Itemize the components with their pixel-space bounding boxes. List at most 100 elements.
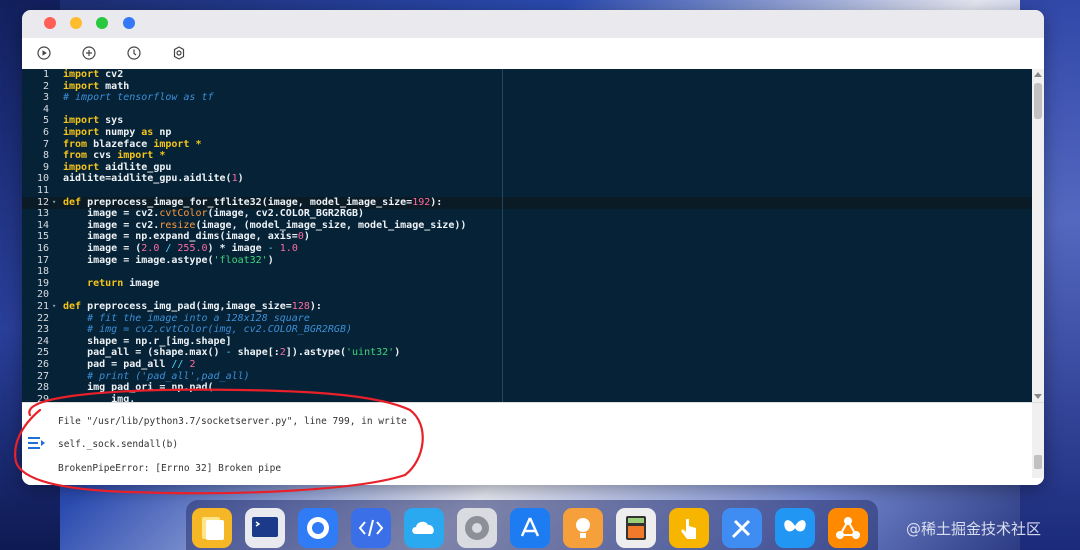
line-number: 12 bbox=[36, 196, 49, 208]
code-text: img, bbox=[63, 394, 135, 402]
line-number: 29 bbox=[36, 393, 49, 402]
fold-toggle-icon[interactable]: ▾ bbox=[52, 197, 56, 209]
run-button[interactable] bbox=[36, 45, 52, 61]
code-line[interactable]: 16 image = (2.0 / 255.0) * image - 1.0 bbox=[22, 243, 1032, 255]
code-line[interactable]: 13 image = cv2.cvtColor(image, cv2.COLOR… bbox=[22, 208, 1032, 220]
code-line[interactable]: 18 bbox=[22, 266, 1032, 278]
code-line[interactable]: 19 return image bbox=[22, 278, 1032, 290]
code-line[interactable]: 27 # print ('pad_all',pad_all) bbox=[22, 371, 1032, 383]
extra-window-button[interactable] bbox=[123, 17, 135, 29]
code-token: ) bbox=[237, 173, 244, 185]
code-token: 'float32' bbox=[213, 254, 268, 266]
output-console[interactable]: File "/usr/lib/python3.7/socketserver.py… bbox=[22, 402, 1044, 485]
code-line[interactable]: 17 image = image.astype('float32') bbox=[22, 255, 1032, 267]
line-number: 6 bbox=[42, 127, 49, 138]
code-line[interactable]: 25 pad_all = (shape.max() - shape[:2]).a… bbox=[22, 347, 1032, 359]
code-line[interactable]: 22 # fit the image into a 128x128 square bbox=[22, 313, 1032, 325]
code-token: 2.0 bbox=[141, 243, 160, 254]
code-token: import bbox=[63, 127, 106, 138]
code-line[interactable]: 4 bbox=[22, 104, 1032, 116]
code-editor[interactable]: 1 import cv2 2 import math 3 # import tensorf… bbox=[22, 69, 1032, 402]
code-app-icon[interactable] bbox=[351, 508, 391, 548]
app-store-icon[interactable] bbox=[510, 508, 550, 548]
code-line[interactable]: 14 image = cv2.resize(image, (model_imag… bbox=[22, 220, 1032, 232]
code-token: return bbox=[87, 277, 130, 289]
code-text: image = image.astype('float32') bbox=[63, 255, 274, 267]
cloud-app-icon[interactable] bbox=[404, 508, 444, 548]
code-line[interactable]: 6 import numpy as np bbox=[22, 127, 1032, 139]
code-token: import bbox=[63, 115, 106, 127]
maximize-window-button[interactable] bbox=[96, 17, 108, 29]
calculator-app-icon[interactable] bbox=[616, 508, 656, 548]
code-token: from bbox=[63, 138, 94, 150]
code-text: import numpy as np bbox=[63, 127, 171, 139]
code-line[interactable]: 26 pad = pad_all // 2 bbox=[22, 359, 1032, 371]
code-line[interactable]: 1 import cv2 bbox=[22, 69, 1032, 81]
code-line[interactable]: 28 img_pad_ori = np.pad( bbox=[22, 382, 1032, 394]
code-text: aidlite=aidlite_gpu.aidlite(1) bbox=[63, 173, 244, 185]
code-line[interactable]: 12 ▾ def preprocess_image_for_tflite32(ima… bbox=[22, 197, 1032, 209]
code-line[interactable]: 5 import sys bbox=[22, 115, 1032, 127]
network-app-icon[interactable] bbox=[828, 508, 868, 548]
settings-app-icon[interactable] bbox=[457, 508, 497, 548]
code-line[interactable]: 15 image = np.expand_dims(image, axis=0) bbox=[22, 231, 1032, 243]
code-token: # import tensorflow as tf bbox=[63, 92, 214, 104]
watermark-text: @稀土掘金技术社区 bbox=[906, 520, 1042, 538]
close-window-button[interactable] bbox=[44, 17, 56, 29]
terminal-app-icon[interactable] bbox=[245, 508, 285, 548]
code-line[interactable]: 23 # img = cv2.cvtColor(img, cv2.COLOR_B… bbox=[22, 324, 1032, 336]
fold-toggle-icon[interactable]: ▾ bbox=[52, 301, 56, 313]
code-line[interactable]: 2 import math bbox=[22, 81, 1032, 93]
code-token: img, bbox=[63, 393, 136, 402]
butterfly-app-icon[interactable] bbox=[775, 508, 815, 548]
line-number: 5 bbox=[42, 115, 49, 127]
code-line[interactable]: 24 shape = np.r_[img.shape] bbox=[22, 336, 1032, 348]
touch-app-icon[interactable] bbox=[669, 508, 709, 548]
code-token: 128 bbox=[291, 301, 310, 312]
code-token: image = cv2. bbox=[63, 208, 160, 220]
code-token: image = ( bbox=[63, 243, 142, 254]
code-token: np bbox=[159, 127, 172, 138]
code-token: image bbox=[129, 277, 160, 289]
code-token: (image, cv2.COLOR_BGR2RGB) bbox=[207, 208, 365, 220]
code-line[interactable]: 20 bbox=[22, 289, 1032, 301]
line-number: 27 bbox=[36, 370, 49, 382]
editor-scroll-thumb[interactable] bbox=[1034, 83, 1042, 119]
code-text: # fit the image into a 128x128 square bbox=[63, 313, 310, 325]
line-number: 14 bbox=[36, 219, 49, 231]
console-scrollbar[interactable] bbox=[1032, 403, 1044, 478]
add-button[interactable] bbox=[81, 45, 97, 61]
line-number: 26 bbox=[36, 359, 49, 370]
code-token: image = image.astype( bbox=[63, 254, 214, 266]
code-line[interactable]: 10 aidlite=aidlite_gpu.aidlite(1) bbox=[22, 173, 1032, 185]
tools-app-icon[interactable] bbox=[722, 508, 762, 548]
code-line[interactable]: 7 from blazeface import * bbox=[22, 139, 1032, 151]
code-line[interactable]: 21 ▾ def preprocess_img_pad(img,image_size… bbox=[22, 301, 1032, 313]
scroll-down-arrow-icon[interactable] bbox=[1034, 394, 1042, 399]
console-menu-icon[interactable] bbox=[28, 436, 46, 450]
files-app-icon[interactable] bbox=[192, 508, 232, 548]
line-number: 4 bbox=[42, 103, 49, 115]
line-number: 2 bbox=[42, 80, 49, 92]
code-token: 2 bbox=[189, 359, 196, 370]
code-line[interactable]: 11 bbox=[22, 185, 1032, 197]
code-token: ) bbox=[267, 254, 274, 266]
code-line[interactable]: 29 img, bbox=[22, 394, 1032, 402]
scroll-up-arrow-icon[interactable] bbox=[1034, 72, 1042, 77]
minimize-window-button[interactable] bbox=[70, 17, 82, 29]
settings-button[interactable] bbox=[171, 45, 187, 61]
history-button[interactable] bbox=[126, 45, 142, 61]
code-text: def preprocess_image_for_tflite32(image,… bbox=[63, 197, 442, 209]
console-scroll-thumb[interactable] bbox=[1034, 455, 1042, 469]
code-line[interactable]: 3 # import tensorflow as tf bbox=[22, 92, 1032, 104]
code-token: - bbox=[225, 347, 238, 359]
ideas-app-icon[interactable] bbox=[563, 508, 603, 548]
editor-scrollbar[interactable] bbox=[1032, 69, 1044, 402]
code-token: numpy bbox=[105, 127, 142, 138]
code-text: image = np.expand_dims(image, axis=0) bbox=[63, 231, 310, 243]
code-text: from cvs import * bbox=[63, 150, 165, 162]
code-line[interactable]: 8 from cvs import * bbox=[22, 150, 1032, 162]
browser-app-icon[interactable] bbox=[298, 508, 338, 548]
code-line[interactable]: 9 import aidlite_gpu bbox=[22, 162, 1032, 174]
